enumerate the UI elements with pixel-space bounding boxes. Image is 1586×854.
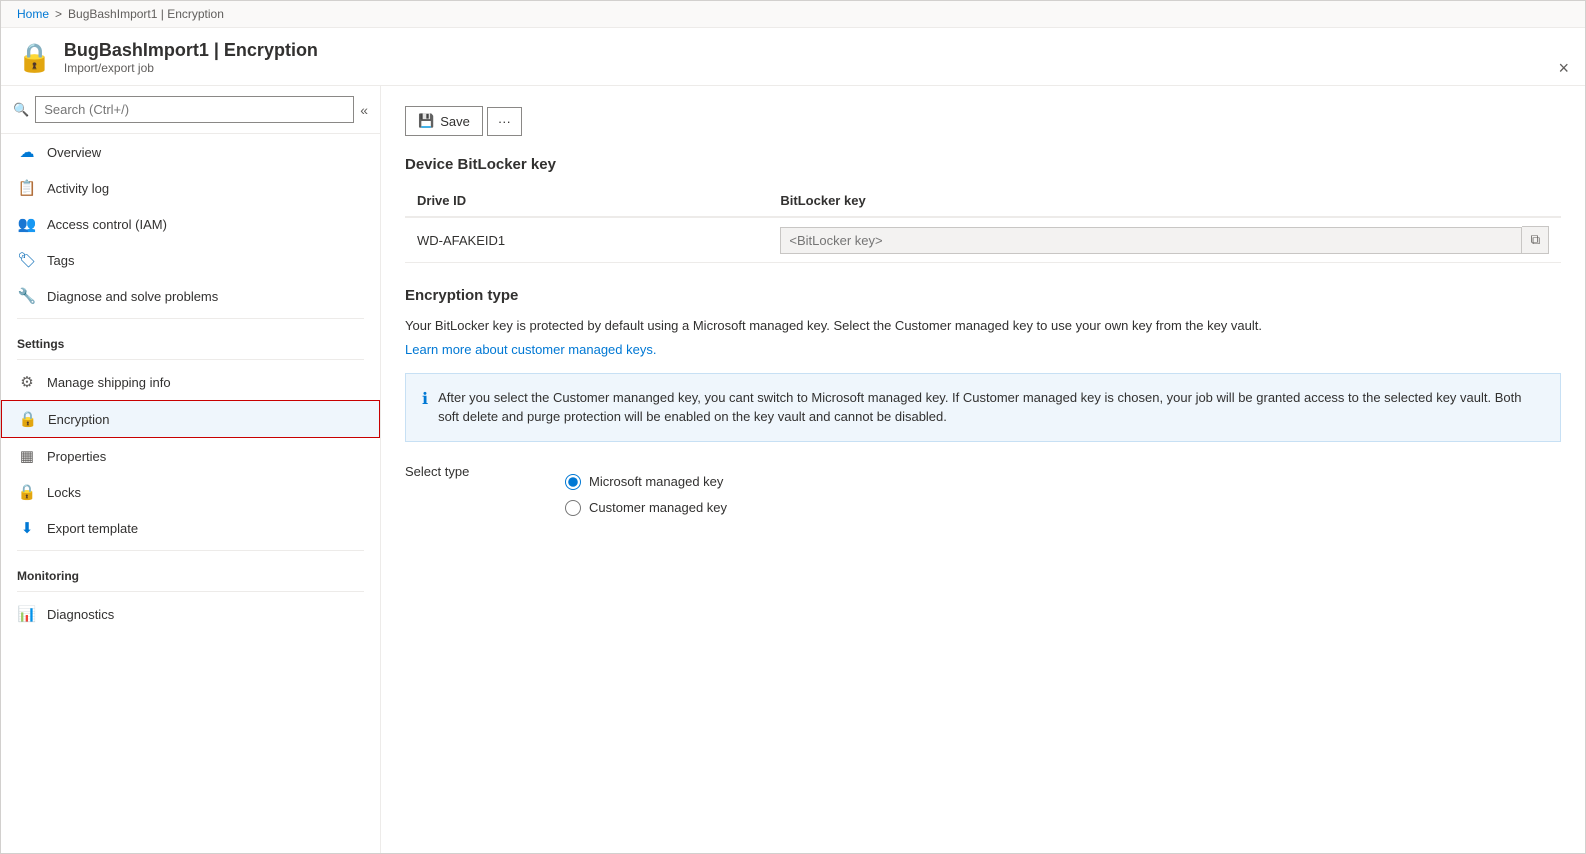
sidebar-item-diagnostics[interactable]: 📊 Diagnostics: [1, 596, 380, 632]
info-box-text: After you select the Customer mananged k…: [438, 388, 1544, 427]
sidebar-item-label: Tags: [47, 253, 74, 268]
select-type-row: Select type Microsoft managed key Custom…: [405, 462, 1561, 516]
sidebar-item-label: Diagnose and solve problems: [47, 289, 218, 304]
drive-id-cell: WD-AFAKEID1: [405, 217, 768, 263]
radio-group: Microsoft managed key Customer managed k…: [565, 474, 727, 516]
lock-icon: 🔒: [17, 41, 52, 74]
bitlocker-key-field[interactable]: [780, 227, 1522, 254]
sidebar-item-label: Properties: [47, 449, 106, 464]
customer-managed-label: Customer managed key: [589, 500, 727, 515]
drive-id-header: Drive ID: [405, 185, 768, 217]
divider-after-settings-label: [17, 359, 364, 360]
monitoring-section-label: Monitoring: [1, 555, 380, 587]
divider-monitoring: [17, 550, 364, 551]
diagnostics-icon: 📊: [17, 605, 37, 623]
breadcrumb-sep: >: [55, 7, 62, 21]
divider-settings: [17, 318, 364, 319]
microsoft-managed-label: Microsoft managed key: [589, 474, 723, 489]
sidebar-item-tags[interactable]: 🏷 Tags: [1, 242, 380, 278]
sidebar-item-label: Encryption: [48, 412, 109, 427]
content-area: 💾 Save ··· Device BitLocker key Drive ID…: [381, 86, 1585, 853]
bitlocker-key-header: BitLocker key: [768, 185, 1561, 217]
overview-icon: ☁: [17, 143, 37, 161]
select-type-label: Select type: [405, 462, 485, 479]
table-row: WD-AFAKEID1 ⧉: [405, 217, 1561, 263]
main-layout: 🔍 « ☁ Overview 📋 Activity log 👥 Access c…: [1, 86, 1585, 853]
bitlocker-key-input-wrapper: ⧉: [780, 226, 1549, 254]
sidebar-item-label: Activity log: [47, 181, 109, 196]
sidebar: 🔍 « ☁ Overview 📋 Activity log 👥 Access c…: [1, 86, 381, 853]
settings-section-label: Settings: [1, 323, 380, 355]
info-box: ℹ After you select the Customer mananged…: [405, 373, 1561, 442]
breadcrumb-home[interactable]: Home: [17, 7, 49, 21]
learn-more-link[interactable]: Learn more about customer managed keys.: [405, 342, 656, 357]
breadcrumb-current: BugBashImport1 | Encryption: [68, 7, 224, 21]
page-header: 🔒 BugBashImport1 | Encryption Import/exp…: [1, 28, 1585, 86]
search-box: 🔍 «: [1, 86, 380, 134]
sidebar-item-label: Locks: [47, 485, 81, 500]
close-button[interactable]: ×: [1558, 59, 1569, 77]
sidebar-item-overview[interactable]: ☁ Overview: [1, 134, 380, 170]
search-input[interactable]: [35, 96, 354, 123]
bitlocker-section-title: Device BitLocker key: [405, 156, 1561, 173]
access-control-icon: 👥: [17, 215, 37, 233]
locks-icon: 🔒: [17, 483, 37, 501]
divider-after-monitoring-label: [17, 591, 364, 592]
customer-managed-radio[interactable]: [565, 500, 581, 516]
sidebar-item-label: Overview: [47, 145, 101, 160]
search-icon: 🔍: [13, 102, 29, 118]
manage-shipping-icon: ⚙: [17, 373, 37, 391]
export-template-icon: ⬇: [17, 519, 37, 537]
sidebar-item-export-template[interactable]: ⬇ Export template: [1, 510, 380, 546]
info-icon: ℹ: [422, 389, 428, 409]
sidebar-item-label: Access control (IAM): [47, 217, 167, 232]
sidebar-item-access-control[interactable]: 👥 Access control (IAM): [1, 206, 380, 242]
save-button[interactable]: 💾 Save: [405, 106, 483, 136]
sidebar-item-diagnose[interactable]: 🔧 Diagnose and solve problems: [1, 278, 380, 314]
tags-icon: 🏷: [17, 251, 37, 269]
bitlocker-key-cell: ⧉: [768, 217, 1561, 263]
diagnose-icon: 🔧: [17, 287, 37, 305]
save-label: Save: [440, 114, 470, 129]
more-button[interactable]: ···: [487, 107, 522, 136]
microsoft-managed-radio[interactable]: [565, 474, 581, 490]
encryption-type-desc: Your BitLocker key is protected by defau…: [405, 316, 1561, 336]
sidebar-item-properties[interactable]: ▦ Properties: [1, 438, 380, 474]
toolbar: 💾 Save ···: [405, 106, 1561, 136]
sidebar-item-locks[interactable]: 🔒 Locks: [1, 474, 380, 510]
encryption-type-title: Encryption type: [405, 287, 1561, 304]
sidebar-item-label: Diagnostics: [47, 607, 114, 622]
sidebar-item-manage-shipping[interactable]: ⚙ Manage shipping info: [1, 364, 380, 400]
breadcrumb: Home > BugBashImport1 | Encryption: [1, 1, 1585, 28]
bitlocker-table: Drive ID BitLocker key WD-AFAKEID1 ⧉: [405, 185, 1561, 263]
page-subtitle: Import/export job: [64, 61, 318, 75]
header-text: BugBashImport1 | Encryption Import/expor…: [64, 40, 318, 75]
sidebar-item-encryption[interactable]: 🔒 Encryption: [1, 400, 380, 438]
collapse-button[interactable]: «: [360, 102, 368, 118]
save-icon: 💾: [418, 113, 434, 129]
copy-button[interactable]: ⧉: [1522, 226, 1549, 254]
app-container: Home > BugBashImport1 | Encryption 🔒 Bug…: [0, 0, 1586, 854]
page-title: BugBashImport1 | Encryption: [64, 40, 318, 61]
sidebar-item-activity-log[interactable]: 📋 Activity log: [1, 170, 380, 206]
sidebar-item-label: Manage shipping info: [47, 375, 171, 390]
sidebar-item-label: Export template: [47, 521, 138, 536]
properties-icon: ▦: [17, 447, 37, 465]
activity-log-icon: 📋: [17, 179, 37, 197]
radio-option-microsoft: Microsoft managed key: [565, 474, 727, 490]
encryption-icon: 🔒: [18, 410, 38, 428]
radio-option-customer: Customer managed key: [565, 500, 727, 516]
